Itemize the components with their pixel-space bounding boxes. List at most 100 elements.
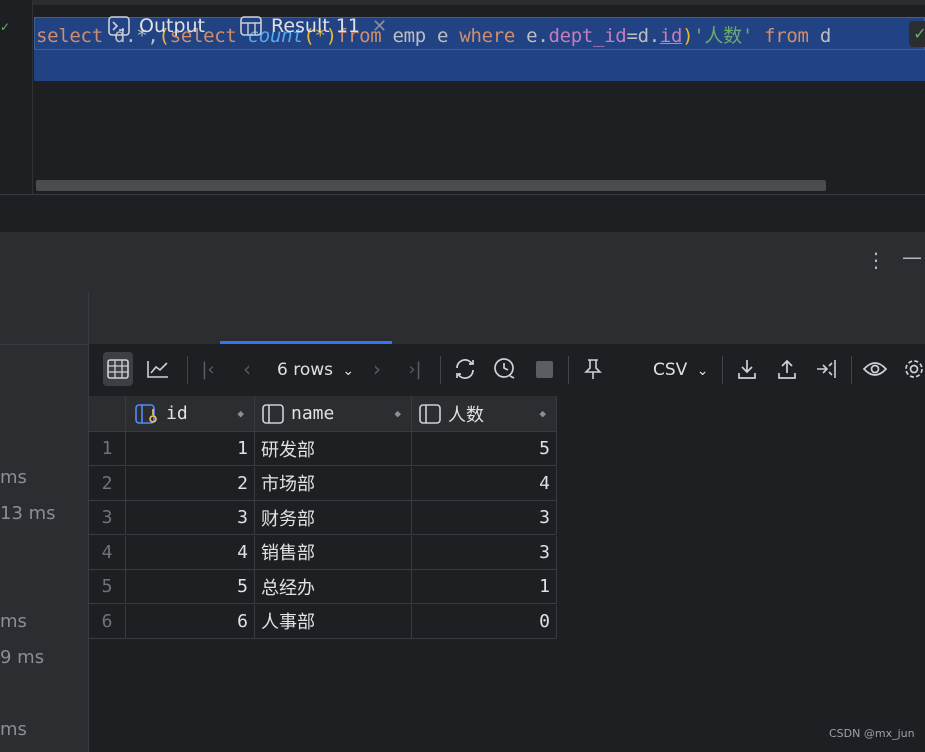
page-size-select[interactable]: 6 rows ⌄ [277, 360, 354, 380]
terminal-icon [108, 16, 130, 36]
row-number[interactable]: 6 [89, 604, 126, 639]
toolbar-separator [440, 356, 441, 384]
next-page-button[interactable]: › [362, 352, 392, 386]
editor-footer [0, 194, 925, 233]
compare-button[interactable] [811, 352, 841, 386]
cell-name[interactable]: 财务部 [255, 501, 412, 535]
cell-count[interactable]: 0 [412, 604, 557, 639]
tab-result[interactable]: Result 11 ✕ [240, 0, 387, 52]
pin-icon [584, 359, 602, 379]
cell-count[interactable]: 3 [412, 501, 557, 535]
view-options-button[interactable] [860, 352, 890, 386]
more-options-icon[interactable]: ⋮ [866, 248, 886, 272]
row-number-header [89, 396, 126, 432]
row-number[interactable]: 4 [89, 535, 126, 570]
row-number[interactable]: 5 [89, 570, 126, 604]
chevron-right-icon: › [373, 357, 381, 381]
stop-icon [535, 360, 553, 378]
cell-count[interactable]: 4 [412, 466, 557, 501]
sort-icon[interactable]: ◆ [237, 407, 244, 420]
refresh-icon [456, 359, 474, 379]
close-tab-icon[interactable]: ✕ [372, 16, 387, 37]
download-icon [738, 360, 756, 379]
chevron-down-icon: ⌄ [696, 363, 709, 379]
result-tab-bar [89, 292, 925, 344]
settings-button[interactable] [899, 352, 925, 386]
timing-label: ms [0, 719, 27, 740]
code-token: dept_id [548, 25, 627, 47]
cell-name[interactable]: 总经办 [255, 570, 412, 604]
services-header [0, 232, 925, 293]
stop-button[interactable] [529, 352, 559, 386]
history-button[interactable] [490, 352, 520, 386]
cell-id[interactable]: 5 [126, 570, 255, 604]
code-token: id [659, 25, 683, 47]
clock-icon [494, 358, 515, 379]
inspection-ok-icon[interactable]: ✓ [909, 21, 925, 47]
gear-icon [905, 360, 923, 378]
toolbar-separator [851, 356, 852, 384]
cell-name[interactable]: 销售部 [255, 535, 412, 570]
code-token: =d. [626, 25, 660, 47]
first-page-button[interactable]: |‹ [193, 352, 223, 386]
reload-button[interactable] [450, 352, 480, 386]
cell-name[interactable]: 市场部 [255, 466, 412, 501]
toolbar-separator [568, 356, 569, 384]
toolbar-separator [722, 356, 723, 384]
row-number[interactable]: 1 [89, 432, 126, 466]
last-page-button[interactable]: ›| [400, 352, 430, 386]
previous-page-button[interactable]: ‹ [232, 352, 262, 386]
export-format-select[interactable]: CSV ⌄ [653, 360, 708, 380]
chart-icon [147, 361, 168, 378]
cell-id[interactable]: 3 [126, 501, 255, 535]
column-header-id[interactable]: id ◆ [126, 396, 255, 432]
sort-icon[interactable]: ◆ [394, 407, 401, 420]
eye-icon [862, 362, 888, 376]
column-header-name[interactable]: name ◆ [255, 396, 412, 432]
column-icon [262, 403, 284, 424]
execution-check-icon: ✓ [0, 20, 11, 34]
cell-id[interactable]: 6 [126, 604, 255, 639]
column-icon [419, 403, 441, 424]
code-token: '人数' [693, 25, 753, 47]
timing-label: 13 ms [0, 503, 56, 524]
chart-view-button[interactable] [143, 352, 173, 386]
table-view-button[interactable] [103, 352, 133, 386]
row-number[interactable]: 3 [89, 501, 126, 535]
column-header-count[interactable]: 人数 ◆ [412, 396, 557, 432]
cell-count[interactable]: 3 [412, 535, 557, 570]
timing-label: ms [0, 611, 27, 632]
table-view-icon [107, 359, 129, 379]
table-icon [240, 16, 262, 36]
cell-name[interactable]: 人事部 [255, 604, 412, 639]
horizontal-scrollbar[interactable] [36, 180, 826, 191]
code-token: from [764, 25, 809, 47]
code-token: e. [515, 25, 549, 47]
sort-icon[interactable]: ◆ [539, 407, 546, 420]
services-tree-toolbar [0, 292, 88, 345]
tab-output-label: Output [139, 15, 205, 37]
chevron-down-icon: ⌄ [342, 363, 355, 379]
row-number[interactable]: 2 [89, 466, 126, 501]
tab-output[interactable]: Output [108, 0, 205, 52]
cell-id[interactable]: 2 [126, 466, 255, 501]
first-page-icon: |‹ [201, 358, 215, 380]
minimize-icon[interactable]: — [902, 245, 922, 269]
cell-count[interactable]: 5 [412, 432, 557, 466]
watermark: CSDN @mx_jun [829, 727, 915, 740]
pin-tab-button[interactable] [578, 352, 608, 386]
export-data-button[interactable] [732, 352, 762, 386]
cell-name[interactable]: 研发部 [255, 432, 412, 466]
code-token: where [459, 25, 516, 47]
toolbar-separator [187, 356, 188, 384]
cell-id[interactable]: 1 [126, 432, 255, 466]
import-data-button[interactable] [772, 352, 802, 386]
code-token: ) [682, 25, 694, 47]
cell-count[interactable]: 1 [412, 570, 557, 604]
upload-icon [778, 359, 796, 379]
cell-id[interactable]: 4 [126, 535, 255, 570]
key-column-icon [135, 403, 157, 424]
column-header-label: 人数 [448, 404, 484, 426]
timing-label: 9 ms [0, 647, 45, 668]
